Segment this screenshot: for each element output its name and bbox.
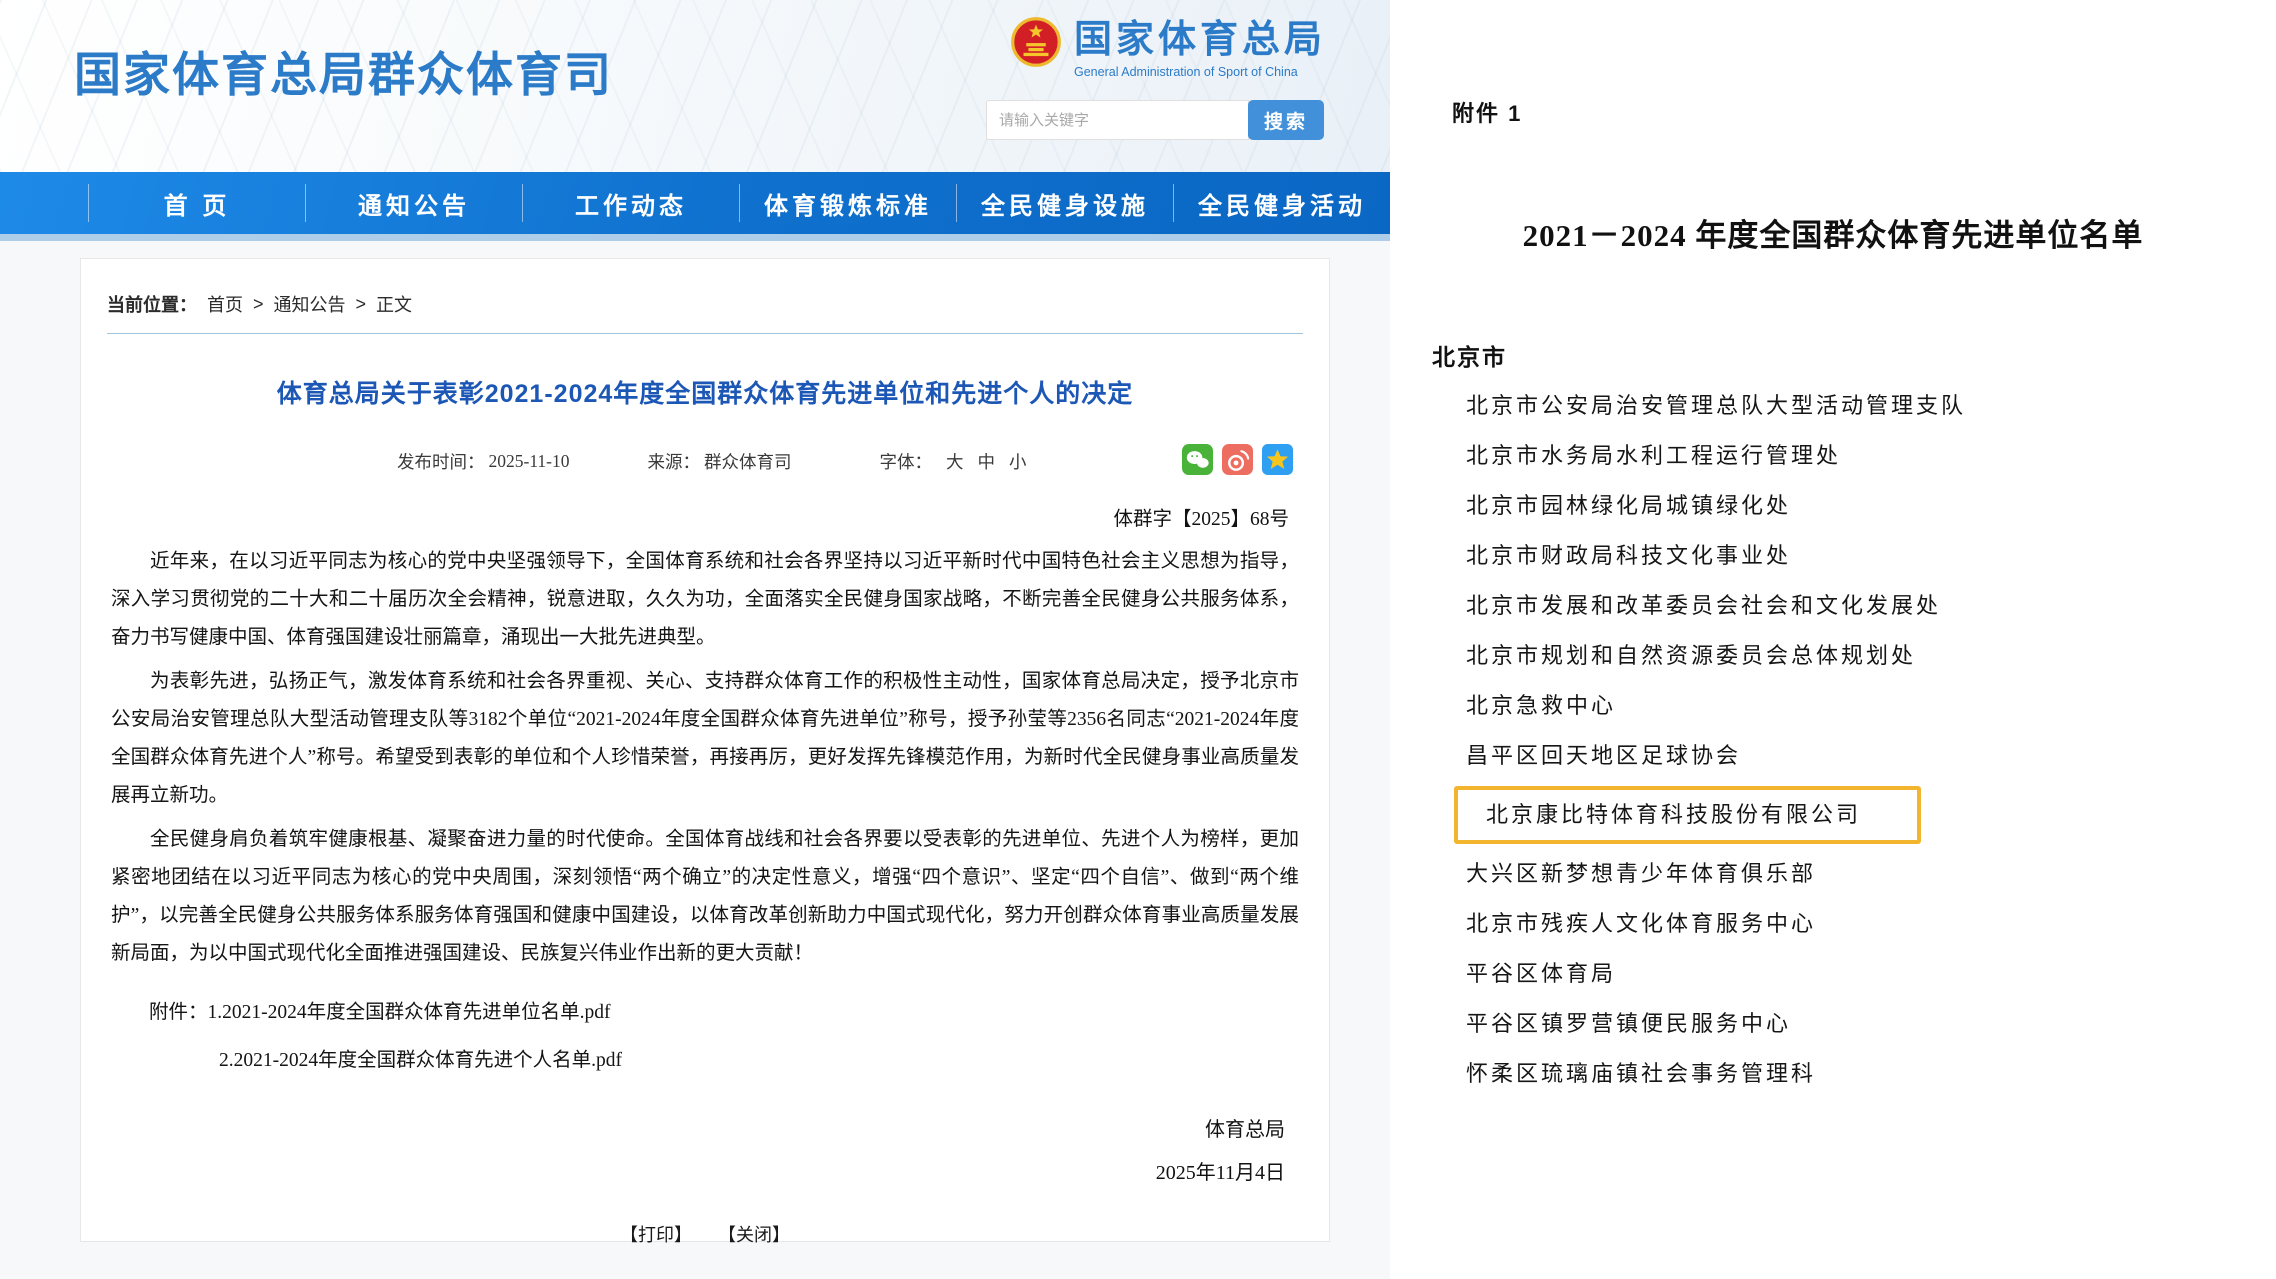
attachment-link-units-pdf[interactable]: 1.2021-2024年度全国群众体育先进单位名单.pdf	[208, 1002, 611, 1023]
site-logo: 国家体育总局 General Administration of Sport o…	[1010, 16, 1326, 79]
unit-item: 北京市残疾人文化体育服务中心	[1390, 899, 2276, 949]
attachment-label: 附件 1	[1452, 96, 1522, 128]
logo-name: 国家体育总局	[1074, 18, 1326, 62]
attachment-row: 附件：1.2021-2024年度全国群众体育先进单位名单.pdf	[111, 989, 1299, 1037]
signature-org: 体育总局	[81, 1113, 1285, 1142]
close-button[interactable]: 【关闭】	[718, 1221, 790, 1247]
wechat-icon[interactable]	[1182, 444, 1213, 475]
signature-date: 2025年11月4日	[81, 1156, 1285, 1185]
unit-item: 怀柔区琉璃庙镇社会事务管理科	[1390, 1049, 2276, 1099]
breadcrumb-current: 正文	[376, 291, 412, 317]
breadcrumb-separator: >	[356, 294, 367, 315]
unit-item: 北京急救中心	[1390, 681, 2276, 731]
highlight-box: 北京康比特体育科技股份有限公司	[1454, 786, 1921, 844]
unit-item: 北京市财政局科技文化事业处	[1390, 531, 2276, 581]
page-body: 当前位置： 首页 > 通知公告 > 正文 体育总局关于表彰2021-2024年度…	[0, 241, 1390, 1279]
highlighted-unit-name: 北京康比特体育科技股份有限公司	[1486, 802, 1861, 827]
sport-bureau-website: 国家体育总局群众体育司 国家体育总局 General Administratio…	[0, 0, 1390, 1279]
site-header: 国家体育总局群众体育司 国家体育总局 General Administratio…	[0, 0, 1390, 172]
search-input[interactable]	[986, 100, 1249, 140]
logo-text-block: 国家体育总局 General Administration of Sport o…	[1074, 16, 1326, 79]
nav-item-notices[interactable]: 通知公告	[306, 186, 522, 221]
breadcrumb-notices[interactable]: 通知公告	[274, 291, 346, 317]
article-meta: 发布时间： 2025-11-10 来源： 群众体育司 字体： 大 中 小	[81, 444, 1329, 478]
attachment-title: 2021－2024 年度全国群众体育先进单位名单	[1390, 210, 2276, 255]
meta-fields: 发布时间： 2025-11-10 来源： 群众体育司 字体： 大 中 小	[81, 444, 1329, 478]
unit-item: 北京市发展和改革委员会社会和文化发展处	[1390, 581, 2276, 631]
publish-date: 发布时间： 2025-11-10	[397, 449, 570, 474]
unit-item: 北京市公安局治安管理总队大型活动管理支队	[1390, 381, 2276, 431]
nav-item-home[interactable]: 首 页	[89, 186, 305, 221]
nav-item-exercise-standards[interactable]: 体育锻炼标准	[740, 186, 956, 221]
nav-item-fitness-facilities[interactable]: 全民健身设施	[957, 186, 1173, 221]
source-label: 来源：	[648, 449, 701, 474]
main-nav: 首 页 通知公告 工作动态 体育锻炼标准 全民健身设施 全民健身活动	[0, 172, 1390, 241]
breadcrumb-separator: >	[253, 294, 264, 315]
article-footer: 【打印】 【关闭】	[81, 1221, 1329, 1247]
breadcrumb: 当前位置： 首页 > 通知公告 > 正文	[107, 291, 1303, 334]
unit-item: 北京市水务局水利工程运行管理处	[1390, 431, 2276, 481]
font-size-switcher: 字体： 大 中 小	[870, 449, 1027, 474]
unit-item: 北京市规划和自然资源委员会总体规划处	[1390, 631, 2276, 681]
font-size-small[interactable]: 小	[1009, 449, 1027, 474]
paragraph: 为表彰先进，弘扬正气，激发体育系统和社会各界重视、关心、支持群众体育工作的积极性…	[111, 663, 1299, 815]
publish-date-value: 2025-11-10	[489, 451, 570, 472]
font-size-label: 字体：	[880, 449, 933, 474]
paragraph: 近年来，在以习近平同志为核心的党中央坚强领导下，全国体育系统和社会各界坚持以习近…	[111, 543, 1299, 657]
attachments: 附件：1.2021-2024年度全国群众体育先进单位名单.pdf 2.2021-…	[111, 989, 1299, 1085]
article-body: 近年来，在以习近平同志为核心的党中央坚强领导下，全国体育系统和社会各界坚持以习近…	[111, 543, 1299, 973]
logo-subtitle: General Administration of Sport of China	[1074, 65, 1326, 79]
paragraph: 全民健身肩负着筑牢健康根基、凝聚奋进力量的时代使命。全国体育战线和社会各界要以受…	[111, 821, 1299, 973]
attachments-label: 附件：	[149, 1002, 208, 1023]
unit-item: 平谷区体育局	[1390, 949, 2276, 999]
document-number: 体群字【2025】68号	[81, 502, 1289, 531]
source: 来源： 群众体育司	[648, 449, 792, 474]
attachment-row: 2.2021-2024年度全国群众体育先进个人名单.pdf	[111, 1037, 1299, 1085]
publish-date-label: 发布时间：	[397, 449, 485, 474]
unit-item: 北京市园林绿化局城镇绿化处	[1390, 481, 2276, 531]
share-buttons	[1182, 444, 1293, 475]
attachment-link-individuals-pdf[interactable]: 2.2021-2024年度全国群众体育先进个人名单.pdf	[219, 1050, 622, 1071]
font-size-large[interactable]: 大	[946, 449, 964, 474]
unit-item: 大兴区新梦想青少年体育俱乐部	[1390, 849, 2276, 899]
breadcrumb-label: 当前位置：	[107, 291, 197, 317]
print-button[interactable]: 【打印】	[620, 1221, 692, 1247]
font-size-medium[interactable]: 中	[978, 449, 996, 474]
source-value: 群众体育司	[704, 449, 792, 474]
section-beijing: 北京市	[1432, 338, 1507, 372]
article-card: 当前位置： 首页 > 通知公告 > 正文 体育总局关于表彰2021-2024年度…	[80, 258, 1330, 1242]
weibo-icon[interactable]	[1222, 444, 1253, 475]
unit-item: 昌平区回天地区足球协会	[1390, 731, 2276, 781]
breadcrumb-home[interactable]: 首页	[207, 291, 243, 317]
nav-item-fitness-activities[interactable]: 全民健身活动	[1174, 186, 1390, 221]
qzone-icon[interactable]	[1262, 444, 1293, 475]
attachment-document: 附件 1 2021－2024 年度全国群众体育先进单位名单 北京市 北京市公安局…	[1390, 0, 2276, 1279]
screenshot-root: 国家体育总局群众体育司 国家体育总局 General Administratio…	[0, 0, 2276, 1279]
nav-item-work-news[interactable]: 工作动态	[523, 186, 739, 221]
unit-item: 平谷区镇罗营镇便民服务中心	[1390, 999, 2276, 1049]
unit-list: 北京市公安局治安管理总队大型活动管理支队 北京市水务局水利工程运行管理处 北京市…	[1390, 381, 2276, 1099]
search-button[interactable]: 搜索	[1248, 100, 1324, 140]
china-national-emblem-icon	[1010, 16, 1062, 73]
search-bar: 搜索	[986, 100, 1324, 140]
unit-item-highlighted: 北京康比特体育科技股份有限公司	[1390, 781, 2276, 849]
site-title: 国家体育总局群众体育司	[74, 36, 613, 105]
article-title: 体育总局关于表彰2021-2024年度全国群众体育先进单位和先进个人的决定	[81, 374, 1329, 410]
